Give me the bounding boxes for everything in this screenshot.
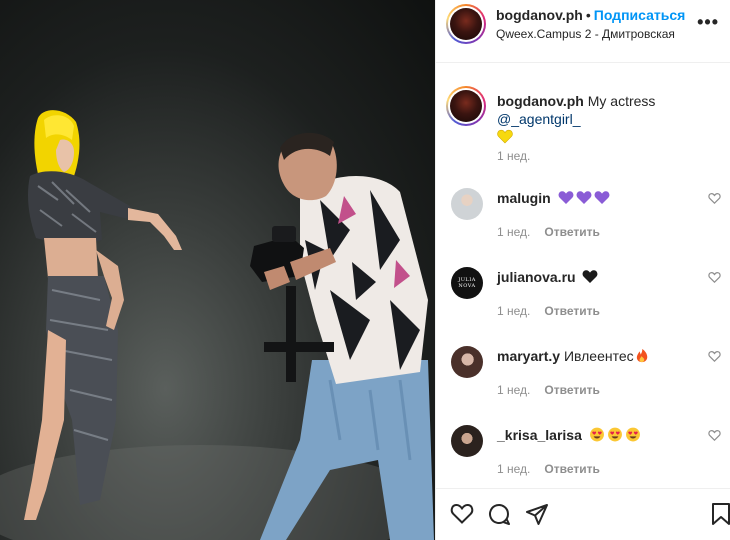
comment-item: JULIA NOVA julianova.ru 1 нед. Ответить <box>436 267 730 337</box>
comment-username[interactable]: _krisa_larisa <box>497 427 582 443</box>
heart-icon[interactable] <box>450 502 474 524</box>
fire-icon <box>636 348 647 363</box>
reply-button[interactable]: Ответить <box>544 225 599 239</box>
caption-author-avatar[interactable] <box>446 86 486 126</box>
follow-button[interactable]: Подписаться <box>594 7 686 23</box>
post-photo-illustration <box>0 110 434 540</box>
yellow-heart-icon <box>497 129 513 144</box>
comment-text: Ивлеентес <box>563 348 634 364</box>
comment-time[interactable]: 1 нед. <box>497 304 530 318</box>
comment-avatar[interactable]: JULIA NOVA <box>451 267 483 299</box>
caption-time[interactable]: 1 нед. <box>497 149 530 163</box>
heart-eyes-icon <box>607 427 622 442</box>
bookmark-icon[interactable] <box>710 502 730 526</box>
comment-username[interactable]: julianova.ru <box>497 269 576 285</box>
comment-username[interactable]: maryart.y <box>497 348 560 364</box>
heart-eyes-icon <box>589 427 604 442</box>
post-actions-bar <box>436 488 730 540</box>
purple-heart-icon <box>576 191 591 204</box>
reply-button[interactable]: Ответить <box>544 304 599 318</box>
post-location[interactable]: Qweex.Campus 2 - Дмитровская <box>496 27 675 41</box>
post-side-panel: bogdanov.ph • Подписаться Qweex.Campus 2 -… <box>435 0 730 540</box>
like-comment-icon[interactable] <box>708 192 721 204</box>
post-header: bogdanov.ph • Подписаться Qweex.Campus 2 -… <box>436 0 730 63</box>
comment-avatar[interactable] <box>451 425 483 457</box>
author-avatar[interactable] <box>446 4 486 44</box>
caption-author[interactable]: bogdanov.ph <box>497 93 584 109</box>
comment-time[interactable]: 1 нед. <box>497 462 530 476</box>
purple-heart-icon <box>594 191 609 204</box>
caption-text: My actress <box>587 93 656 109</box>
like-comment-icon[interactable] <box>708 429 721 441</box>
comment-item: maryart.y Ивлеентес 1 нед. Ответить <box>436 346 730 416</box>
comment-time[interactable]: 1 нед. <box>497 225 530 239</box>
comment-icon[interactable] <box>487 502 511 526</box>
reply-button[interactable]: Ответить <box>544 462 599 476</box>
comment-avatar[interactable] <box>451 346 483 378</box>
heart-eyes-icon <box>625 427 640 442</box>
caption: bogdanov.ph My actress @_agentgirl_ <box>497 92 722 146</box>
comment-avatar[interactable] <box>451 188 483 220</box>
like-comment-icon[interactable] <box>708 271 721 283</box>
share-icon[interactable] <box>525 502 549 526</box>
comment-item: _krisa_larisa 1 нед. Ответить <box>436 425 730 495</box>
purple-heart-icon <box>558 191 573 204</box>
more-options-icon[interactable]: ••• <box>697 12 719 33</box>
comment-item: malugin 1 нед. Ответить <box>436 188 730 258</box>
avatar-logo-text: JULIA NOVA <box>458 277 476 289</box>
comment-time[interactable]: 1 нед. <box>497 383 530 397</box>
separator-dot: • <box>585 7 591 23</box>
black-heart-icon <box>583 270 598 283</box>
caption-mention[interactable]: @_agentgirl_ <box>497 111 581 127</box>
reply-button[interactable]: Ответить <box>544 383 599 397</box>
post-photo[interactable] <box>0 0 435 540</box>
comment-username[interactable]: malugin <box>497 190 551 206</box>
author-username[interactable]: bogdanov.ph <box>496 7 583 23</box>
like-comment-icon[interactable] <box>708 350 721 362</box>
